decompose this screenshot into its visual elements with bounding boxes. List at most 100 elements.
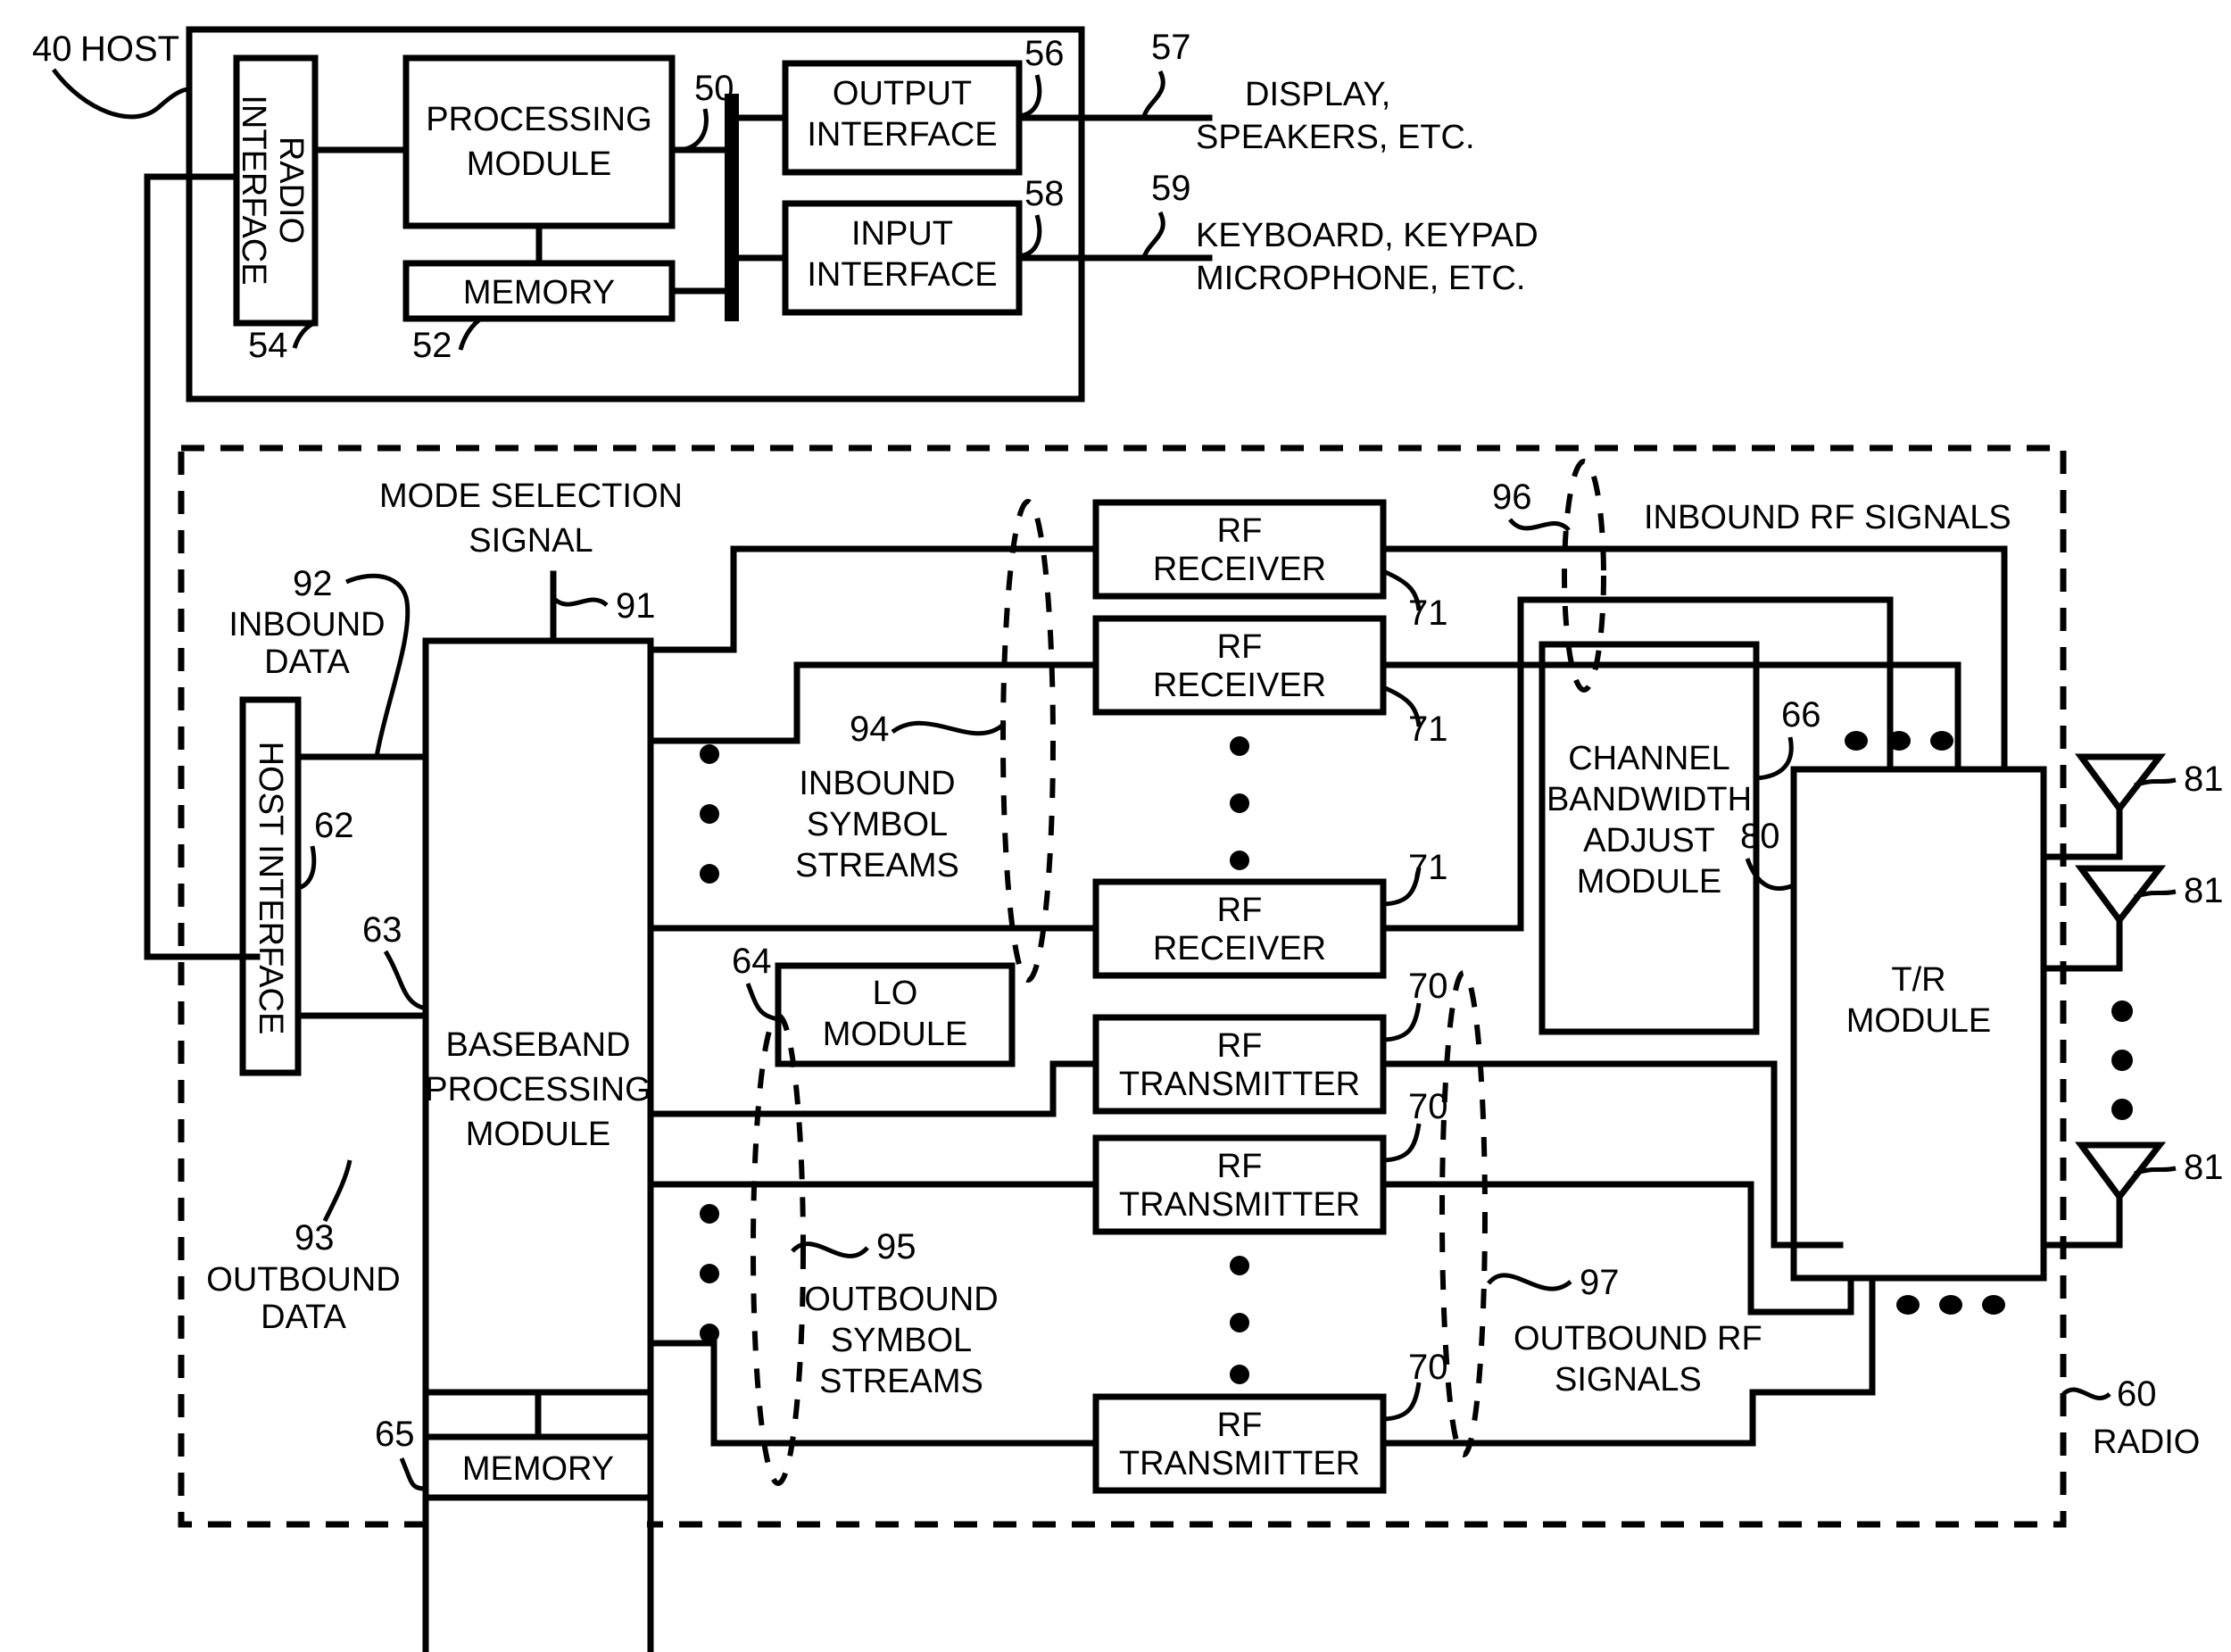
mode-selection-line2: SIGNAL bbox=[469, 522, 593, 560]
rf-transmitter-3-ref: 70 bbox=[1408, 1348, 1448, 1387]
outbound-rf-signals-bracket bbox=[1439, 970, 1488, 1457]
rf-transmitter-ellipsis bbox=[1230, 1256, 1249, 1384]
lo-module-ref: 64 bbox=[732, 942, 772, 981]
antenna-3: 81 bbox=[2040, 1141, 2224, 1249]
input-peripheral-line1: KEYBOARD, KEYPAD bbox=[1196, 217, 1538, 254]
rf-transmitter-3: RF TRANSMITTER 70 bbox=[1092, 1348, 1448, 1494]
host-memory-ref: 52 bbox=[412, 326, 452, 365]
baseband-ref: 63 bbox=[362, 910, 402, 950]
inbound-symbol-streams-line3: STREAMS bbox=[795, 847, 959, 884]
outbound-data-ref: 93 bbox=[294, 1218, 335, 1258]
outbound-rf-signals-ref: 97 bbox=[1580, 1263, 1620, 1302]
host-interface-label: HOST INTERFACE bbox=[252, 742, 289, 1035]
host-interface-ref: 62 bbox=[314, 806, 354, 845]
antenna-1: 81 bbox=[2040, 753, 2224, 860]
rf-receiver-3-line2: RECEIVER bbox=[1153, 930, 1326, 967]
inbound-data-line1: INBOUND bbox=[228, 606, 385, 643]
outbound-rf-signals-line1: OUTBOUND RF bbox=[1514, 1320, 1762, 1357]
inbound-symbol-streams-line2: SYMBOL bbox=[807, 806, 948, 843]
outbound-data-line1: OUTBOUND bbox=[206, 1261, 400, 1299]
outbound-data-line2: DATA bbox=[261, 1299, 346, 1336]
tr-module-ref: 80 bbox=[1740, 817, 1780, 856]
cbam-ref: 66 bbox=[1781, 695, 1821, 735]
output-interface-ref: 56 bbox=[1024, 34, 1065, 73]
output-peripheral-line1: DISPLAY, bbox=[1245, 76, 1390, 113]
output-interface-block: OUTPUT INTERFACE 56 bbox=[782, 34, 1065, 176]
rf-transmitter-3-line1: RF bbox=[1217, 1407, 1263, 1444]
rf-transmitter-1-line1: RF bbox=[1217, 1027, 1263, 1065]
host-interface-baseband-wires bbox=[294, 753, 429, 1019]
inbound-symbol-streams-label: 94 INBOUND SYMBOL STREAMS bbox=[795, 710, 1005, 884]
mode-selection-ref: 91 bbox=[616, 586, 656, 626]
patent-figure-page: 40 HOST RADIO INTERFACE 54 PROCESSING MO… bbox=[0, 0, 2231, 1652]
processing-module-label-line1: PROCESSING bbox=[426, 101, 651, 138]
inbound-rf-signals-bracket bbox=[1562, 459, 1606, 693]
antenna-ellipsis bbox=[2111, 1000, 2133, 1120]
rf-receiver-3-line1: RF bbox=[1217, 892, 1263, 929]
baseband-outbound-ellipsis bbox=[700, 1204, 719, 1343]
radio-interface-ref: 54 bbox=[248, 326, 288, 365]
input-interface-ref: 58 bbox=[1024, 174, 1065, 213]
tr-module-line1: T/R bbox=[1891, 961, 1945, 999]
baseband-line2: PROCESSING bbox=[425, 1071, 651, 1108]
input-peripheral-ref: 59 bbox=[1151, 169, 1191, 208]
host-reference-label: 40 HOST bbox=[32, 29, 190, 120]
rf-transmitter-1-line2: TRANSMITTER bbox=[1119, 1066, 1360, 1103]
lo-module-line2: MODULE bbox=[823, 1016, 968, 1053]
antenna-2: 81 bbox=[2040, 865, 2224, 972]
antenna-3-ref: 81 bbox=[2184, 1148, 2224, 1187]
input-interface-label-line2: INTERFACE bbox=[807, 256, 997, 294]
cbam-line2: BANDWIDTH bbox=[1547, 781, 1752, 818]
rf-transmitter-2-line2: TRANSMITTER bbox=[1119, 1186, 1360, 1224]
baseband-line1: BASEBAND bbox=[446, 1026, 631, 1064]
tr-module-top-ellipsis bbox=[1845, 731, 1953, 751]
rf-receiver-ellipsis bbox=[1230, 736, 1249, 870]
output-interface-label-line2: INTERFACE bbox=[807, 116, 997, 154]
output-interface-label-line1: OUTPUT bbox=[833, 75, 972, 112]
outbound-symbol-streams-line3: STREAMS bbox=[819, 1363, 983, 1400]
radio-interface-label-line2: INTERFACE bbox=[235, 95, 272, 285]
inbound-rf-signals-ref: 96 bbox=[1492, 477, 1532, 517]
rf-receiver-2-line1: RF bbox=[1217, 628, 1263, 666]
processing-module-block: PROCESSING MODULE 50 bbox=[402, 54, 734, 229]
rf-transmitter-1: RF TRANSMITTER 70 bbox=[1092, 967, 1448, 1115]
mode-selection-signal: MODE SELECTION SIGNAL 91 bbox=[379, 477, 683, 644]
host-memory-label: MEMORY bbox=[463, 274, 615, 311]
input-peripheral-line2: MICROPHONE, ETC. bbox=[1196, 260, 1525, 297]
outbound-rf-signals-line2: SIGNALS bbox=[1555, 1361, 1702, 1399]
radio-enclosure bbox=[178, 444, 2067, 1528]
cbam-line4: MODULE bbox=[1577, 863, 1722, 901]
output-peripheral-ref: 57 bbox=[1151, 28, 1191, 67]
host-memory-block: MEMORY 52 bbox=[402, 260, 676, 365]
lo-module-line1: LO bbox=[873, 975, 918, 1012]
radio-label: RADIO bbox=[2093, 1424, 2200, 1461]
rf-transmitter-2-line1: RF bbox=[1217, 1148, 1263, 1185]
antenna-2-ref: 81 bbox=[2184, 871, 2224, 910]
inbound-rf-signals-label-text: INBOUND RF SIGNALS bbox=[1644, 499, 2011, 536]
antenna-1-ref: 81 bbox=[2184, 760, 2224, 799]
host-ref-number: 40 bbox=[32, 29, 72, 69]
output-peripheral: 57 DISPLAY, SPEAKERS, ETC. bbox=[1078, 28, 1475, 156]
radio-memory-label: MEMORY bbox=[462, 1450, 614, 1488]
rf-receiver-3: RF RECEIVER 71 bbox=[1092, 848, 1448, 979]
rf-transmitter-3-line2: TRANSMITTER bbox=[1119, 1445, 1360, 1482]
outbound-data-label: 93 OUTBOUND DATA bbox=[206, 1159, 401, 1336]
baseband-line3: MODULE bbox=[466, 1116, 611, 1153]
mode-selection-line1: MODE SELECTION bbox=[379, 477, 683, 515]
outbound-rf-signals-label: 97 OUTBOUND RF SIGNALS bbox=[1487, 1263, 1762, 1399]
radio-memory-ref: 65 bbox=[375, 1415, 415, 1454]
baseband-inbound-ellipsis bbox=[700, 744, 719, 884]
radio-interface-block: RADIO INTERFACE 54 bbox=[233, 54, 319, 365]
rf-receiver-1-ref: 71 bbox=[1408, 594, 1448, 633]
radio-reference-label: 60 RADIO bbox=[2061, 1374, 2200, 1461]
outbound-symbol-streams-line2: SYMBOL bbox=[831, 1322, 972, 1359]
tr-module-bottom-ellipsis bbox=[1896, 1295, 2005, 1315]
rf-receiver-2-line2: RECEIVER bbox=[1153, 667, 1326, 704]
rf-receiver-2-ref: 71 bbox=[1408, 710, 1448, 749]
input-interface-block: INPUT INTERFACE 58 bbox=[782, 174, 1065, 316]
rf-receiver-1-line2: RECEIVER bbox=[1153, 551, 1326, 588]
inbound-symbol-streams-ref: 94 bbox=[850, 710, 890, 749]
radio-interface-label-line1: RADIO bbox=[272, 137, 310, 244]
cbam-line3: ADJUST bbox=[1583, 822, 1715, 859]
input-peripheral: 59 KEYBOARD, KEYPAD MICROPHONE, ETC. bbox=[1078, 169, 1538, 297]
